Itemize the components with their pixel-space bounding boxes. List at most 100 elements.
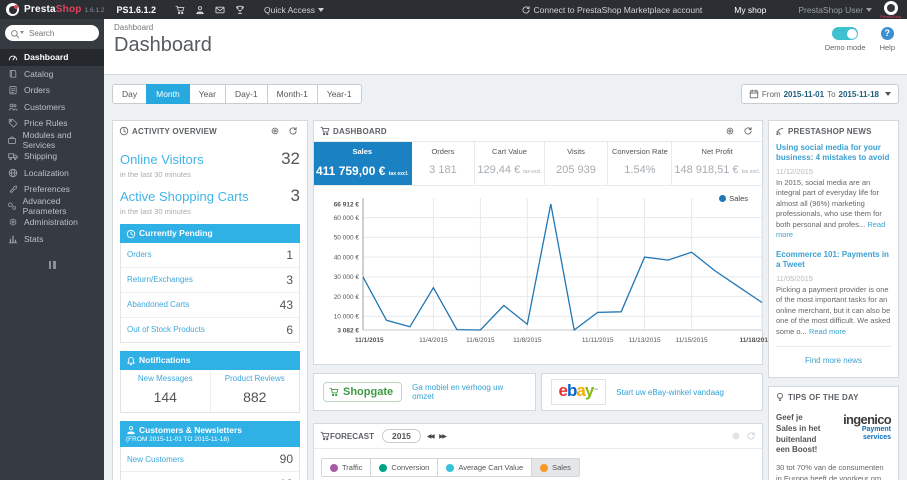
read-more-link[interactable]: Read more bbox=[809, 327, 846, 336]
activity-overview-panel: ACTIVITY OVERVIEW Online Visitors 32 in … bbox=[112, 120, 308, 480]
breadcrumb[interactable]: Dashboard bbox=[114, 23, 897, 32]
forecast-legend-traffic[interactable]: Traffic bbox=[321, 458, 372, 477]
book-icon bbox=[6, 69, 20, 79]
demo-mode-toggle[interactable] bbox=[832, 27, 859, 40]
sidebar-item-customers[interactable]: Customers bbox=[0, 99, 104, 116]
tips-panel-title: TIPS OF THE DAY bbox=[788, 392, 859, 402]
stat-cell-new-messages[interactable]: New Messages 144 bbox=[121, 370, 210, 412]
forecast-legend-average-cart-value[interactable]: Average Cart Value bbox=[437, 458, 533, 477]
sidebar-item-advanced-parameters[interactable]: Advanced Parameters bbox=[0, 196, 104, 216]
my-shop-link[interactable]: My shop bbox=[734, 5, 766, 15]
svg-text:11/11/2015: 11/11/2015 bbox=[582, 337, 614, 344]
stat-row-abandoned-carts[interactable]: Abandoned Carts 43 bbox=[121, 291, 299, 317]
news-article: Ecommerce 101: Payments in a Tweet 11/05… bbox=[776, 250, 891, 337]
ebay-ad[interactable]: ebay ™ Start uw eBay-winkel vandaag bbox=[540, 373, 763, 411]
trophy-icon[interactable] bbox=[230, 5, 250, 15]
sidebar-item-modules-and-services[interactable]: Modules and Services bbox=[0, 130, 104, 150]
shopgate-logo: Shopgate bbox=[323, 382, 403, 402]
big-stat-value: 32 bbox=[281, 149, 300, 168]
prestashop-logo-icon[interactable] bbox=[6, 3, 19, 16]
date-range-button[interactable]: From 2015-11-01 To 2015-11-18 bbox=[740, 84, 899, 104]
period-button-month[interactable]: Month bbox=[146, 84, 190, 104]
section-header-notifications: Notifications bbox=[120, 350, 300, 370]
mail-icon[interactable] bbox=[210, 5, 230, 15]
svg-text:10 000 €: 10 000 € bbox=[334, 314, 360, 321]
shopgate-ad-link[interactable]: Ga mobiel en verhoog uw omzet bbox=[412, 383, 525, 401]
gear-icon[interactable] bbox=[725, 126, 735, 136]
sidebar-item-localization[interactable]: Localization bbox=[0, 165, 104, 182]
sidebar-item-label: Catalog bbox=[24, 68, 54, 79]
marketplace-link[interactable]: Connect to PrestaShop Marketplace accoun… bbox=[521, 5, 702, 15]
next-year-button[interactable]: ▶▶ bbox=[439, 433, 447, 440]
period-button-day[interactable]: Day bbox=[112, 84, 148, 104]
kpi-orders[interactable]: Orders 3 181 bbox=[412, 142, 476, 185]
refresh-icon[interactable] bbox=[743, 126, 753, 136]
kpi-cart-value[interactable]: Cart Value 129,44 € tax excl. bbox=[475, 142, 545, 185]
news-article-title[interactable]: Using social media for your business: 4 … bbox=[776, 143, 891, 164]
forecast-legend: Traffic Conversion Average Cart Value Sa… bbox=[314, 449, 762, 480]
sidebar-item-label: Localization bbox=[24, 167, 69, 178]
sidebar-collapse-button[interactable] bbox=[46, 261, 58, 269]
ingenico-logo[interactable]: ingenico Payment services bbox=[827, 413, 892, 442]
stat-row-orders[interactable]: Orders 1 bbox=[121, 243, 299, 267]
chart-legend-sales[interactable]: Sales bbox=[719, 194, 748, 203]
svg-text:11/8/2015: 11/8/2015 bbox=[513, 337, 542, 344]
period-button-year-1[interactable]: Year-1 bbox=[316, 84, 362, 104]
period-button-year[interactable]: Year bbox=[188, 84, 226, 104]
sidebar-item-administration[interactable]: Administration bbox=[0, 214, 104, 231]
user-icon[interactable] bbox=[190, 5, 210, 15]
news-panel-title: PRESTASHOP NEWS bbox=[788, 126, 872, 136]
search-scope-caret-icon[interactable] bbox=[20, 31, 24, 34]
svg-text:11/4/2015: 11/4/2015 bbox=[419, 337, 448, 344]
page-title: Dashboard bbox=[114, 34, 212, 56]
big-stat-online-visitors: Online Visitors 32 in the last 30 minute… bbox=[120, 149, 300, 179]
sidebar-item-orders[interactable]: Orders bbox=[0, 82, 104, 99]
find-more-news-link[interactable]: Find more news bbox=[776, 354, 891, 371]
read-more-link[interactable]: Read more bbox=[776, 220, 885, 240]
date-filter-toolbar: Day Month Year Day-1 Month-1 Year-1 From 2015-… bbox=[112, 84, 899, 104]
stat-row-new-customers[interactable]: New Customers 90 bbox=[121, 447, 299, 471]
forecast-year[interactable]: 2015 bbox=[382, 429, 421, 443]
user-menu[interactable]: PrestaShop User bbox=[798, 5, 873, 15]
legend-dot-icon bbox=[719, 195, 727, 202]
sidebar-item-catalog[interactable]: Catalog bbox=[0, 66, 104, 83]
stat-row-out-of-stock-products[interactable]: Out of Stock Products 6 bbox=[121, 316, 299, 342]
shop-name[interactable]: PS1.6.1.2 bbox=[116, 5, 156, 15]
stat-cell-product-reviews[interactable]: Product Reviews 882 bbox=[209, 369, 300, 412]
legend-dot-icon bbox=[446, 463, 455, 472]
gear-icon[interactable] bbox=[731, 431, 741, 441]
forecast-legend-conversion[interactable]: Conversion bbox=[370, 458, 439, 477]
period-button-day-1[interactable]: Day-1 bbox=[224, 84, 268, 104]
ebay-logo: ebay ™ bbox=[550, 379, 607, 405]
period-button-month-1[interactable]: Month-1 bbox=[266, 84, 318, 104]
user-avatar[interactable]: PrestaShop bbox=[880, 1, 901, 19]
sidebar-item-label: Stats bbox=[24, 233, 44, 244]
bell-icon bbox=[126, 356, 136, 366]
quick-access-menu[interactable]: Quick Access bbox=[264, 5, 325, 15]
sidebar-item-stats[interactable]: Stats bbox=[0, 231, 104, 248]
gear-icon[interactable] bbox=[270, 126, 280, 136]
news-article-title[interactable]: Ecommerce 101: Payments in a Tweet bbox=[776, 250, 891, 271]
ebay-ad-link[interactable]: Start uw eBay-winkel vandaag bbox=[616, 388, 724, 397]
kpi-net-profit[interactable]: Net Profit 148 918,51 € tax excl. bbox=[672, 142, 762, 185]
forecast-legend-sales[interactable]: Sales bbox=[531, 458, 580, 477]
shopgate-ad[interactable]: Shopgate Ga mobiel en verhoog uw omzet bbox=[313, 373, 536, 411]
sidebar-item-shipping[interactable]: Shipping bbox=[0, 148, 104, 165]
stat-row-new-subscriptions[interactable]: New Subscriptions18 bbox=[121, 471, 299, 480]
refresh-icon[interactable] bbox=[288, 126, 298, 136]
sidebar-item-dashboard[interactable]: Dashboard bbox=[0, 49, 104, 66]
help-icon[interactable]: ? bbox=[880, 27, 894, 40]
stat-row-return-exchanges[interactable]: Return/Exchanges 3 bbox=[121, 266, 299, 292]
refresh-icon[interactable] bbox=[746, 431, 756, 441]
news-article: Using social media for your business: 4 … bbox=[776, 143, 891, 241]
kpi-conversion-rate[interactable]: Conversion Rate 1.54% bbox=[608, 142, 673, 185]
cart-icon[interactable] bbox=[170, 5, 190, 15]
kpi-visits[interactable]: Visits 205 939 bbox=[545, 142, 609, 185]
person-icon bbox=[126, 425, 136, 435]
big-stat-link[interactable]: Online Visitors bbox=[120, 152, 204, 167]
big-stat-link[interactable]: Active Shopping Carts bbox=[120, 189, 249, 204]
sales-chart: Sales 66 912 € 60 000 € 50 000 € 40 000 € 30… bbox=[314, 186, 769, 364]
period-button-group: Day Month Year Day-1 Month-1 Year-1 bbox=[112, 84, 362, 104]
kpi-sales[interactable]: Sales 411 759,00 € tax excl. bbox=[314, 142, 412, 185]
previous-year-button[interactable]: ◀◀ bbox=[427, 433, 435, 440]
